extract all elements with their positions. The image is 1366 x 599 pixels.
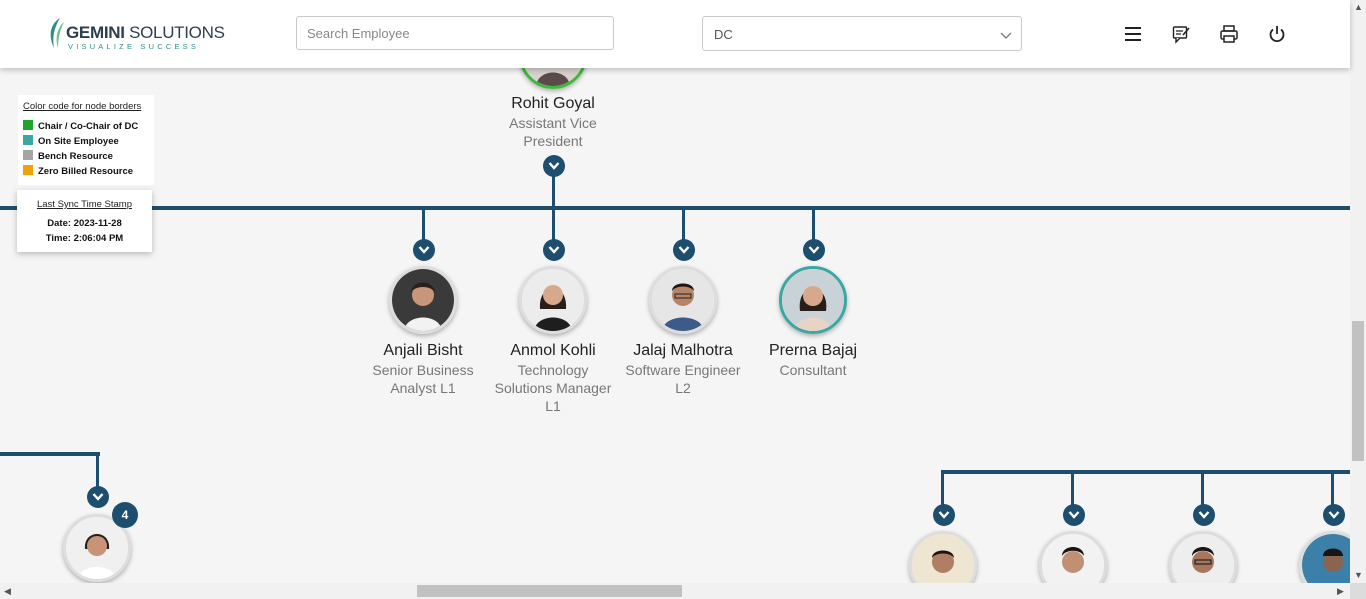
gemini-logo[interactable]: GEMINI SOLUTIONS VISUALIZE SUCCESS [46,16,225,52]
expand-node-button[interactable] [1323,504,1345,526]
app-header: GEMINI SOLUTIONS VISUALIZE SUCCESS DC [0,0,1350,68]
node-name: Jalaj Malhotra [633,342,733,359]
chevron-down-icon [92,493,104,501]
legend-swatch [23,120,33,130]
node-role: Software Engineer [625,362,741,378]
dc-dropdown-value: DC [714,27,733,42]
legend-swatch [23,135,33,145]
node-role: Consultant [779,362,847,378]
tree-connector [422,208,425,240]
chevron-down-icon [1328,511,1340,519]
chevron-down-icon [808,246,820,254]
tree-connector [1331,470,1334,506]
scroll-down-arrow-icon[interactable]: ▼ [1354,570,1363,580]
chevron-down-icon [938,511,950,519]
chevron-down-icon [678,246,690,254]
print-icon[interactable] [1219,24,1239,44]
chevron-down-icon [1000,32,1012,39]
last-sync-panel: Last Sync Time Stamp Date: 2023-11-28 Ti… [17,190,152,252]
sync-date: Date: 2023-11-28 [47,218,122,229]
chevron-down-icon [1068,511,1080,519]
tree-connector [941,470,1350,474]
node-role: Assistant Vice [509,115,597,131]
logo-leaf-icon [50,18,64,48]
sync-title: Last Sync Time Stamp [36,199,133,210]
reportee-count-badge: 4 [112,502,138,528]
expand-node-button[interactable] [543,239,565,261]
tree-connector [682,208,685,240]
chevron-down-icon [418,246,430,254]
tree-connector [552,208,555,240]
node-role: L2 [675,380,691,396]
logo-tagline: VISUALIZE SUCCESS [68,42,200,51]
tree-connector [1201,470,1204,506]
avatar-jalaj-malhotra[interactable] [649,266,717,334]
node-role: L1 [545,398,561,414]
expand-node-button[interactable] [673,239,695,261]
node-name: Prerna Bajaj [768,342,858,359]
scroll-left-arrow-icon[interactable]: ◀ [4,586,11,597]
menu-icon[interactable] [1123,24,1143,44]
expand-node-button[interactable] [413,239,435,261]
sync-time: Time: 2:06:04 PM [45,233,124,244]
scroll-right-arrow-icon[interactable]: ▶ [1337,586,1344,597]
node-role: Technology [517,362,589,378]
search-employee-input[interactable] [296,16,614,50]
vertical-scrollbar[interactable]: ▲ ▼ [1350,0,1366,583]
dc-dropdown[interactable]: DC [702,16,1022,51]
expand-node-button[interactable] [933,504,955,526]
legend-item-onsite: On Site Employee [23,135,119,147]
legend-swatch [23,165,33,175]
node-role: Analyst L1 [390,380,456,396]
expand-node-button[interactable] [1193,504,1215,526]
color-code-legend: Color code for node borders Chair / Co-C… [18,95,154,185]
scrollbar-corner [1350,583,1366,599]
expand-node-button[interactable] [543,155,565,177]
node-role: Senior Business [372,362,474,378]
tree-connector [1071,470,1074,506]
node-role: Solutions Manager [494,380,612,396]
tree-connector [0,206,1350,210]
expand-node-button[interactable] [1063,504,1085,526]
tree-connector [812,208,815,240]
node-name: Anmol Kohli [510,342,596,359]
chevron-down-icon [548,246,560,254]
feedback-icon[interactable] [1171,24,1191,44]
horizontal-scroll-thumb[interactable] [417,585,682,597]
avatar-prerna-bajaj[interactable] [779,266,847,334]
legend-item-zero-billed: Zero Billed Resource [23,165,133,177]
tree-connector [96,452,99,488]
power-icon[interactable] [1267,24,1287,44]
avatar-anjali-bisht[interactable] [389,266,457,334]
vertical-scroll-thumb[interactable] [1352,321,1364,461]
expand-node-button[interactable] [803,239,825,261]
node-role: President [523,133,583,149]
node-name: Anjali Bisht [383,342,463,359]
expand-node-button[interactable] [87,486,109,508]
avatar-anmol-kohli[interactable] [519,266,587,334]
legend-item-chair: Chair / Co-Chair of DC [23,120,138,132]
logo-brand: GEMINI SOLUTIONS [66,23,225,42]
horizontal-scrollbar[interactable]: ◀ ▶ [0,583,1350,599]
scroll-up-arrow-icon[interactable]: ▲ [1354,2,1363,12]
legend-item-bench: Bench Resource [23,150,113,162]
node-name: Rohit Goyal [511,95,595,112]
legend-title: Color code for node borders [23,101,142,112]
tree-connector [941,470,944,506]
tree-connector [0,452,100,456]
legend-swatch [23,150,33,160]
chevron-down-icon [1198,511,1210,519]
chevron-down-icon [548,162,560,170]
